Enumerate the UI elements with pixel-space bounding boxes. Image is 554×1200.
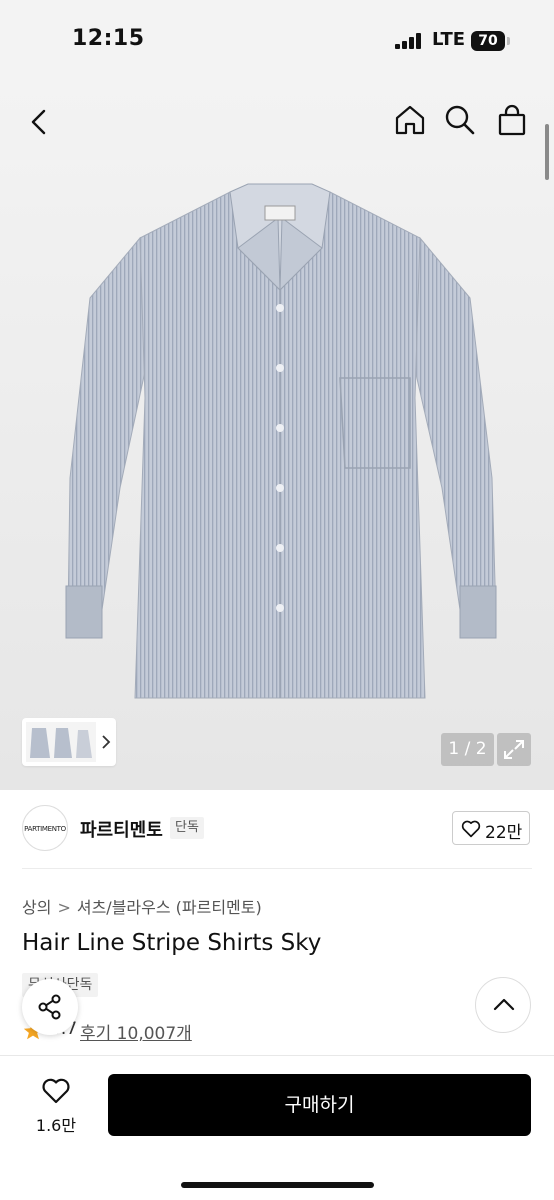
thumbnail-image[interactable] (26, 722, 96, 762)
breadcrumb-separator: > (57, 898, 71, 917)
chevron-up-icon (493, 998, 515, 1011)
status-bar: 12:15 LTE 70 (0, 0, 554, 82)
wishlist-button[interactable]: 1.6만 (28, 1076, 84, 1136)
heart-icon (461, 820, 481, 838)
product-gallery[interactable]: 1 / 2 (0, 82, 554, 790)
home-icon[interactable] (392, 102, 428, 138)
product-title: Hair Line Stripe Shirts Sky (22, 930, 322, 956)
shopping-bag-icon[interactable] (494, 102, 530, 138)
brand-logo[interactable]: PARTIMENTO (22, 805, 68, 851)
divider (22, 868, 532, 869)
breadcrumb-subcategory[interactable]: 셔츠/블라우스 (파르티멘토) (77, 898, 262, 917)
status-time: 12:15 (72, 26, 145, 51)
expand-icon[interactable] (497, 733, 531, 766)
like-count: 22만 (485, 823, 523, 843)
wishlist-count: 1.6만 (35, 1116, 77, 1135)
chevron-right-icon[interactable] (100, 732, 112, 752)
breadcrumb: 상의 > 셔츠/블라우스 (파르티멘토) (22, 894, 262, 918)
signal-icon (395, 33, 423, 49)
heart-icon (42, 1078, 70, 1104)
network-type: LTE (432, 29, 466, 50)
brand-like-button[interactable]: 22만 (452, 811, 530, 845)
page-indicator: 1 / 2 (441, 733, 494, 766)
search-icon[interactable] (442, 102, 478, 138)
home-indicator (181, 1182, 374, 1188)
review-link[interactable]: 후기 10,007개 (80, 1019, 192, 1044)
brand-name[interactable]: 파르티멘토 (80, 816, 163, 842)
bottom-bar: 1.6만 구매하기 (0, 1055, 554, 1200)
share-button[interactable] (22, 979, 78, 1035)
product-image (65, 183, 497, 699)
battery-icon: 70 (471, 31, 505, 51)
scroll-indicator[interactable] (545, 124, 549, 180)
thumbnail-strip[interactable] (22, 718, 116, 766)
share-icon (38, 994, 61, 1020)
breadcrumb-category[interactable]: 상의 (22, 898, 51, 917)
back-icon[interactable] (22, 104, 58, 140)
scroll-top-button[interactable] (475, 977, 531, 1033)
brand-badge: 단독 (170, 817, 204, 839)
battery-tip (507, 37, 510, 45)
buy-button[interactable]: 구매하기 (108, 1074, 531, 1136)
